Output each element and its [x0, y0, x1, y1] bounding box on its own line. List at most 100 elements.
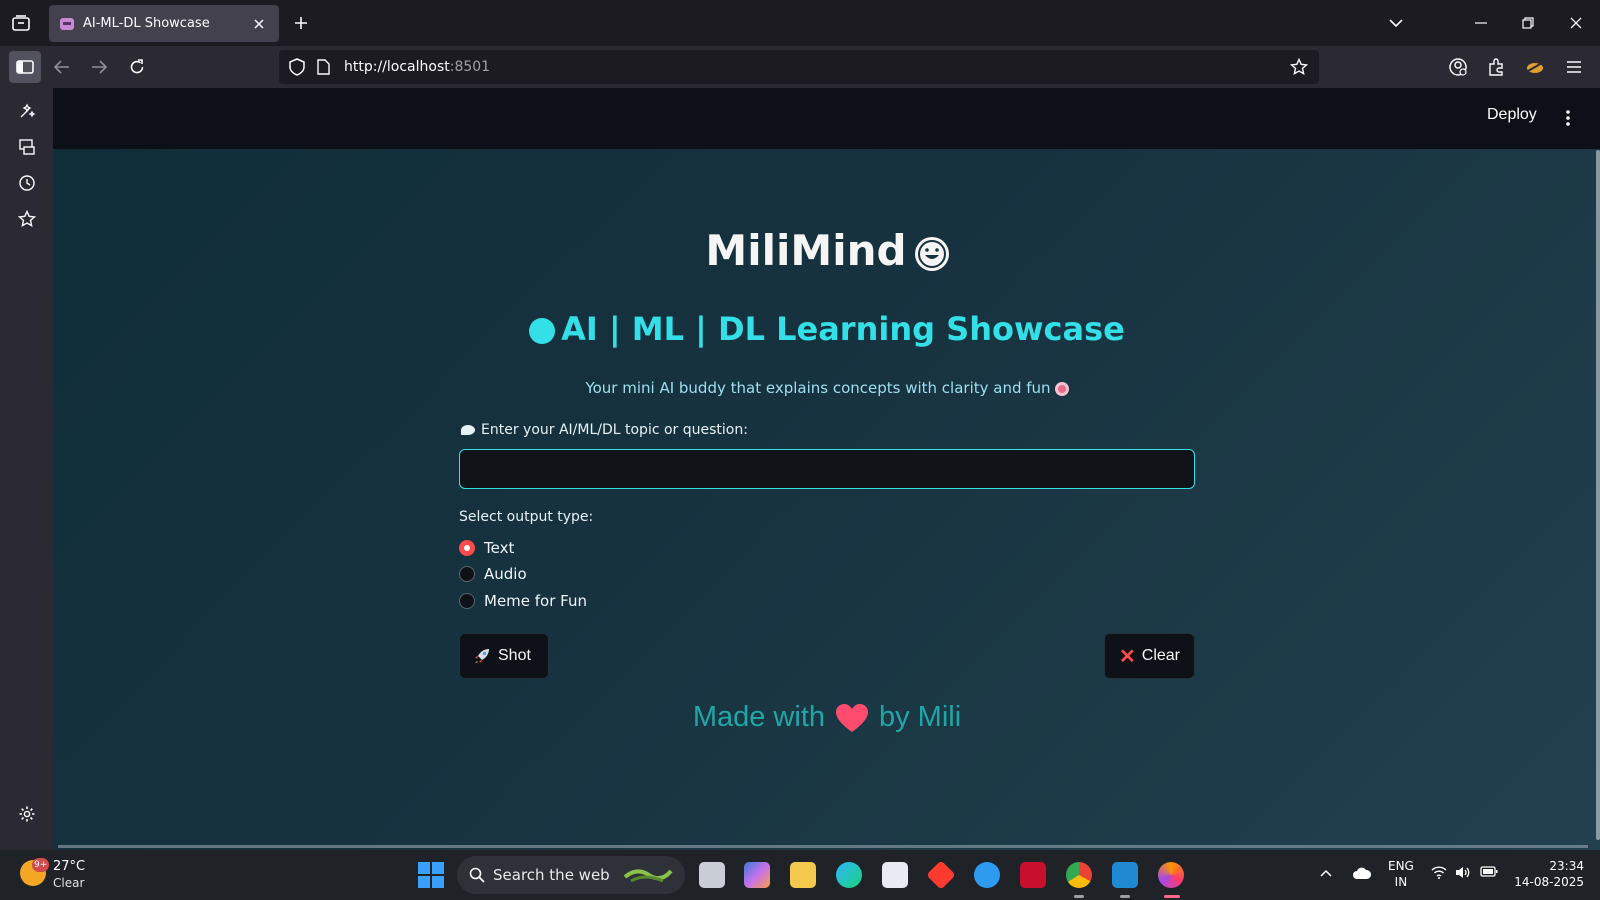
forward-arrow-icon[interactable]	[83, 51, 115, 83]
account-icon[interactable]	[1442, 51, 1474, 83]
browser-titlebar: AI-ML-DL Showcase	[0, 0, 1600, 46]
close-window-icon[interactable]	[1561, 8, 1591, 38]
radio-button[interactable]	[459, 593, 475, 609]
minimize-icon[interactable]	[1466, 8, 1496, 38]
vscode-icon[interactable]	[1112, 862, 1138, 888]
taskbar-search-text: Search the web	[493, 866, 610, 884]
cross-mark-icon: ✕	[1119, 645, 1136, 668]
language-region: IN	[1394, 875, 1408, 889]
history-clock-icon[interactable]	[12, 168, 42, 198]
speech-bubble-icon	[461, 425, 475, 435]
weather-badge: 9+	[32, 858, 50, 872]
weather-condition[interactable]: Clear	[53, 876, 84, 890]
app-menu-icon[interactable]	[1558, 51, 1590, 83]
weather-temperature[interactable]: 27°C	[53, 859, 85, 874]
bookmark-star-icon[interactable]	[1287, 55, 1311, 79]
language-code: ENG	[1388, 859, 1414, 873]
volume-icon[interactable]	[1455, 866, 1471, 882]
url-host: http://localhost	[344, 59, 450, 75]
showcase-title-text: AI | ML | DL Learning Showcase	[561, 310, 1125, 348]
tab-overview-icon[interactable]	[8, 10, 34, 36]
tab-title: AI-ML-DL Showcase	[83, 16, 210, 31]
streamlit-app: Deploy MiliMind AI | ML | DL Learning Sh…	[53, 88, 1600, 850]
close-tab-icon[interactable]	[249, 14, 269, 34]
clear-button[interactable]: ✕ Clear	[1104, 633, 1195, 679]
topic-input-label: Enter your AI/ML/DL topic or question:	[461, 422, 748, 438]
rocket-icon	[475, 649, 489, 663]
list-all-tabs-icon[interactable]	[1381, 8, 1411, 38]
url-text[interactable]: http://localhost:8501	[344, 59, 490, 75]
windows-taskbar: 9+ 27°C Clear Search the web ENG IN 23:3…	[0, 850, 1600, 900]
topic-input[interactable]	[459, 449, 1195, 489]
edge-icon[interactable]	[836, 862, 862, 888]
brand-text: MiliMind	[705, 226, 907, 275]
language-indicator[interactable]: ENG IN	[1388, 858, 1414, 890]
git-app-icon[interactable]	[926, 860, 956, 890]
clear-button-label: Clear	[1141, 647, 1180, 664]
windows-start-icon[interactable]	[418, 862, 444, 888]
firefox-icon[interactable]	[1158, 862, 1184, 888]
url-bar[interactable]: http://localhost:8501	[279, 50, 1319, 84]
heart-icon	[836, 704, 868, 733]
reload-icon[interactable]	[121, 51, 153, 83]
new-tab-icon[interactable]	[288, 10, 314, 36]
clock-time: 23:34	[1549, 859, 1584, 873]
back-arrow-icon[interactable]	[46, 51, 78, 83]
chrome-running-indicator	[1074, 895, 1084, 898]
extensions-icon[interactable]	[1480, 51, 1512, 83]
firefox-active-indicator	[1164, 895, 1180, 898]
streamlit-favicon-icon	[60, 17, 74, 30]
copilot-icon[interactable]	[744, 862, 770, 888]
browser-sidebar	[0, 88, 53, 850]
search-highlight-icon	[623, 869, 673, 883]
radio-option-audio[interactable]: Audio	[459, 563, 527, 585]
vscode-running-indicator	[1120, 895, 1130, 898]
task-view-icon[interactable]	[699, 862, 725, 888]
url-port: :8501	[449, 59, 491, 75]
main-menu-kebab-icon[interactable]	[1558, 104, 1578, 132]
show-hidden-icons-chevron-icon[interactable]	[1320, 866, 1332, 880]
mcafee-icon[interactable]	[1020, 862, 1046, 888]
browser-tab-active[interactable]: AI-ML-DL Showcase	[49, 5, 279, 42]
taskbar-search-box[interactable]: Search the web	[457, 856, 685, 894]
shield-icon[interactable]	[289, 58, 305, 76]
horizontal-scrollbar[interactable]	[58, 845, 1588, 848]
grinning-face-icon	[914, 236, 949, 271]
footer-credit: Made with by Mili	[458, 701, 1196, 734]
taskbar-clock[interactable]: 23:34 14-08-2025	[1514, 858, 1584, 890]
help-app-icon[interactable]	[974, 862, 1000, 888]
restore-icon[interactable]	[1513, 8, 1543, 38]
radio-button[interactable]	[459, 566, 475, 582]
footer-left-text: Made with	[692, 701, 825, 733]
target-icon	[1054, 381, 1069, 396]
radio-option-label: Text	[484, 539, 515, 557]
shot-button-label: Shot	[498, 647, 531, 664]
footer-right-text: by Mili	[879, 701, 962, 733]
showcase-title: AI | ML | DL Learning Showcase	[458, 310, 1196, 348]
extension-fox-icon[interactable]	[1519, 51, 1551, 83]
bookmarks-star-icon[interactable]	[12, 204, 42, 234]
shot-button[interactable]: Shot	[459, 633, 549, 679]
chrome-icon[interactable]	[1066, 862, 1092, 888]
synced-tabs-icon[interactable]	[12, 132, 42, 162]
deploy-button[interactable]: Deploy	[1487, 106, 1537, 124]
radio-option-meme[interactable]: Meme for Fun	[459, 590, 587, 612]
sidebar-toggle-icon[interactable]	[9, 51, 41, 83]
microsoft-store-icon[interactable]	[882, 862, 908, 888]
radio-option-text[interactable]: Text	[459, 537, 514, 559]
onedrive-cloud-icon[interactable]	[1352, 866, 1372, 883]
app-header: Deploy	[53, 88, 1600, 149]
page-info-icon[interactable]	[317, 59, 330, 75]
radio-option-label: Audio	[484, 565, 527, 583]
ai-chatbot-icon[interactable]	[12, 96, 42, 126]
clock-date: 14-08-2025	[1514, 875, 1584, 889]
battery-icon[interactable]	[1480, 866, 1498, 880]
tagline-text: Your mini AI buddy that explains concept…	[585, 379, 1051, 397]
smiley-icon	[529, 318, 556, 344]
file-explorer-icon[interactable]	[790, 862, 816, 888]
vertical-scrollbar[interactable]	[1596, 150, 1600, 840]
radio-button-selected[interactable]	[459, 540, 475, 556]
sidebar-settings-gear-icon[interactable]	[12, 799, 42, 829]
wifi-icon[interactable]	[1431, 866, 1447, 882]
brand-title: MiliMind	[458, 226, 1196, 275]
